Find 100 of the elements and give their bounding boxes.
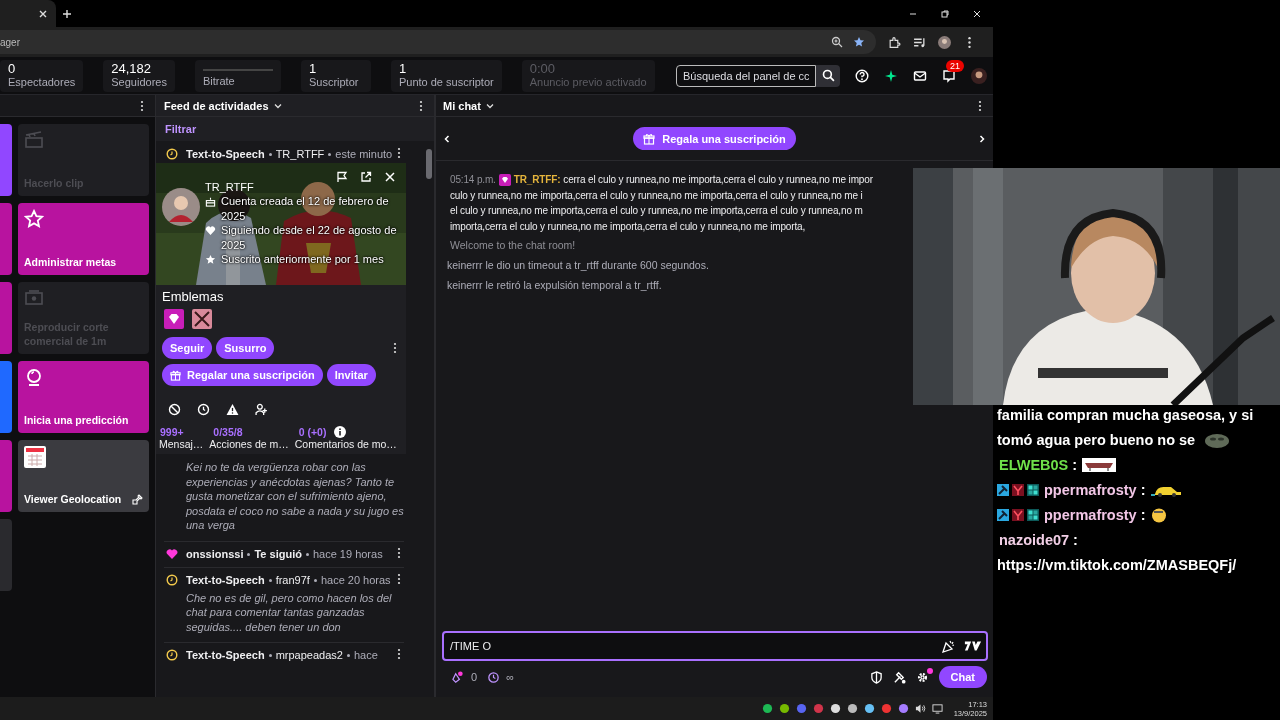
chat-colon: : <box>1073 531 1078 548</box>
stat-label: Comentarios de mo… <box>294 438 397 450</box>
star-icon[interactable] <box>853 36 865 48</box>
tray-app-icon[interactable] <box>897 703 909 714</box>
chat-username: ppermafrosty <box>1044 481 1137 498</box>
shield-icon[interactable] <box>869 670 883 684</box>
star-icon <box>205 254 216 265</box>
action-button[interactable]: Seguir <box>162 337 213 359</box>
diamond-icon <box>498 173 511 186</box>
clock-icon[interactable] <box>197 403 210 416</box>
search-field[interactable]: Búsqueda del panel de cc <box>676 64 816 87</box>
chat-input[interactable]: /TIME O <box>442 631 988 661</box>
ban-icon[interactable] <box>168 403 181 416</box>
restore-icon[interactable] <box>940 8 950 19</box>
gift-sub-button[interactable]: Regala una suscripción <box>633 127 796 150</box>
close-icon[interactable] <box>972 8 982 19</box>
stat-label: Suscriptor <box>308 76 360 89</box>
letter-badge-icon <box>1012 483 1024 496</box>
stat-value: 0:00 <box>529 62 556 76</box>
tray-app-icon[interactable] <box>761 703 773 714</box>
puzzle-icon[interactable] <box>888 35 901 49</box>
hammer-badge-icon <box>997 483 1009 496</box>
gift-icon[interactable] <box>643 132 656 145</box>
timer-icon[interactable] <box>487 670 501 684</box>
zoom-icon[interactable] <box>831 36 843 48</box>
chevron-left-icon[interactable] <box>442 133 452 144</box>
panel-title[interactable]: Mi chat <box>443 99 481 112</box>
timestamp: 05:14 p.m. <box>450 173 496 187</box>
clock-icon <box>166 649 178 661</box>
tv-icon <box>24 288 44 308</box>
gift-icon[interactable] <box>170 369 181 381</box>
cake-icon <box>205 196 216 207</box>
settings-icon[interactable] <box>915 670 929 684</box>
external-link-icon[interactable] <box>360 171 372 183</box>
speaker-icon[interactable] <box>914 703 926 714</box>
tray-app-icon[interactable] <box>829 703 841 714</box>
plus-icon[interactable] <box>62 8 72 19</box>
mail-icon[interactable] <box>913 68 927 83</box>
chat-message-text: https://vm.tiktok.com/ZMASBEQFj/ <box>997 556 1237 573</box>
action-tile[interactable] <box>0 519 12 591</box>
bits-count: 0 <box>471 671 478 683</box>
feed-message: Che no es de gil, pero como hacen los del chat para comentar tantas ganzadas seguidas.... deben tener un don <box>186 590 393 634</box>
calendar-icon <box>24 446 46 468</box>
feed-text: fran97f <box>275 572 310 588</box>
party-popper-icon[interactable] <box>942 639 956 653</box>
action-button[interactable]: Invitar <box>326 364 376 386</box>
bits-icon[interactable] <box>452 670 465 684</box>
stat-label: Espectadores <box>8 76 76 89</box>
media-icon[interactable] <box>913 35 926 49</box>
chat-colon: : <box>1140 506 1146 523</box>
stat-value: 0 (+0) <box>298 426 327 438</box>
monitor-icon[interactable] <box>931 703 943 714</box>
feed-message: Kei no te da vergüenza robar con las experiencias y anécdotas ajenas? Tanto te gusta monetizar con el sufrimiento ajeno, posdata el coco no sabe a nada y su jugo es una verga <box>186 460 404 533</box>
stat-value: 1 <box>308 62 318 76</box>
chevron-right-icon[interactable] <box>977 133 987 144</box>
avatar[interactable] <box>938 35 951 49</box>
notifications-icon[interactable] <box>942 68 956 83</box>
search-button[interactable] <box>816 64 840 87</box>
action-tile[interactable]: Administrar metas <box>18 203 149 275</box>
add-user-icon[interactable] <box>255 403 268 416</box>
action-tile[interactable]: Viewer Geolocation <box>18 440 149 512</box>
action-button[interactable]: Susurro <box>216 337 275 359</box>
action-button[interactable]: Regalar una suscripción <box>162 364 323 386</box>
action-tile[interactable]: Inicia una predicción <box>18 361 149 433</box>
tray-app-icon[interactable] <box>863 703 875 714</box>
avatar[interactable] <box>971 67 987 84</box>
tray-app-icon[interactable] <box>778 703 790 714</box>
feed-text: Te siguió <box>254 546 302 562</box>
action-tile[interactable] <box>0 124 12 196</box>
action-tile[interactable] <box>0 203 12 275</box>
emote-menu-icon[interactable] <box>964 639 982 653</box>
stat-value: 999+ <box>160 426 184 438</box>
action-tile[interactable] <box>0 361 12 433</box>
feed-text: Text-to-Speech <box>186 147 265 162</box>
warning-icon[interactable] <box>226 403 239 416</box>
pin-icon[interactable] <box>131 494 143 506</box>
chat-message-text: tomó agua pero bueno no se <box>997 431 1196 448</box>
stat-label: Bitrate <box>202 75 236 88</box>
chat-username: nazoide07 <box>999 531 1070 548</box>
search-icon[interactable] <box>821 69 835 82</box>
address-bar[interactable]: ager <box>0 30 876 54</box>
hammer-icon[interactable] <box>892 670 906 684</box>
chat-username[interactable]: TR_RTFF: <box>513 172 561 188</box>
chat-button[interactable]: Chat <box>938 666 987 688</box>
action-tile[interactable] <box>0 282 12 354</box>
stat-label: Seguidores <box>111 76 167 89</box>
tile-label: Administrar metas <box>24 255 118 269</box>
filter-link[interactable]: Filtrar <box>165 123 197 135</box>
action-tile[interactable] <box>0 440 12 512</box>
info-icon[interactable] <box>334 426 347 438</box>
stat-label: Anuncio previo activado <box>529 76 647 89</box>
feed-text: mrpapeadas2 <box>275 648 343 663</box>
clock-icon <box>166 148 178 160</box>
close-icon[interactable] <box>38 8 48 19</box>
flag-icon[interactable] <box>336 171 348 183</box>
avatar <box>162 188 200 226</box>
help-icon[interactable] <box>855 68 869 83</box>
feed-text: onssionssi <box>186 546 244 562</box>
chat-message-text: el culo y runnea,no me importa,cerra el culo y runnea,no me importa,cerra el culo y runnea,no m <box>450 204 863 218</box>
tray-app-icon[interactable] <box>846 703 858 714</box>
